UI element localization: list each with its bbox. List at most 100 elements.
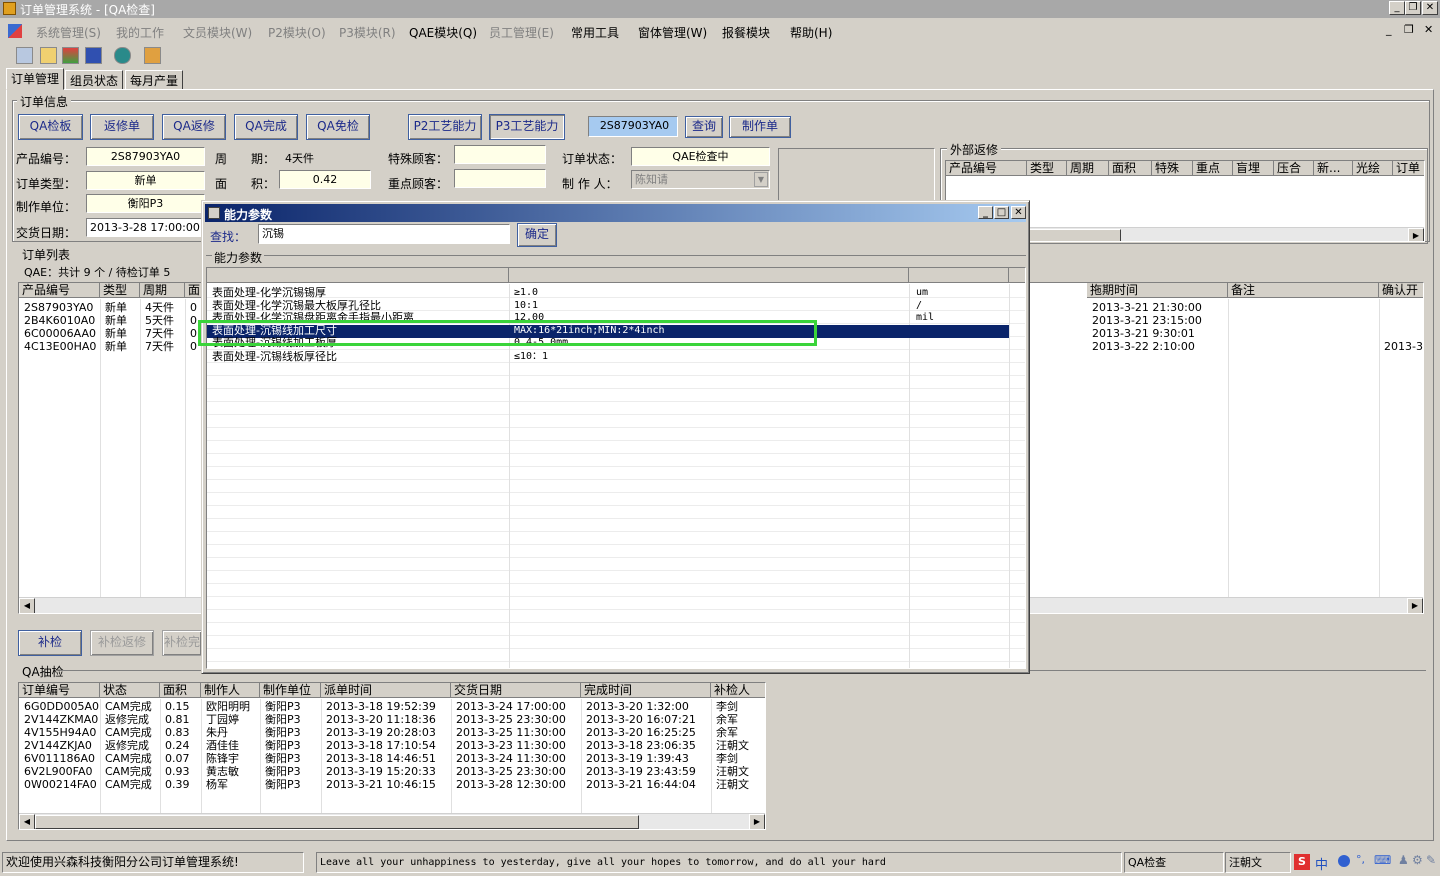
- punct-icon[interactable]: [1338, 855, 1350, 867]
- table-row[interactable]: 6V011186A0 CAM完成 0.07 陈锋宇 衡阳P3 2013-3-18 14:4…: [19, 753, 765, 766]
- qa-horizontal-scrollbar[interactable]: ◀ ▶: [19, 813, 765, 829]
- dialog-titlebar[interactable]: 能力参数 _ □ ✕: [205, 204, 1026, 222]
- query-button[interactable]: 查询: [685, 116, 723, 138]
- table-row[interactable]: 2V144ZKJA0 返修完成 0.24 酒佳佳 衡阳P3 2013-3-18 17:10…: [19, 740, 765, 753]
- table-row[interactable]: 0W00214FA0 CAM完成 0.39 杨军 衡阳P3 2013-3-21 10:46…: [19, 779, 765, 792]
- menu-meal[interactable]: 报餐模块: [722, 24, 770, 41]
- ol-col-confirm[interactable]: 确认开: [1379, 283, 1423, 298]
- ol-col-product-no[interactable]: 产品编号: [19, 283, 100, 298]
- qa-col-maker[interactable]: 制作人: [201, 683, 260, 698]
- ext-col-order[interactable]: 订单: [1393, 161, 1424, 176]
- keyboard-icon[interactable]: ⌨: [1374, 853, 1391, 867]
- ext-col-press[interactable]: 压合: [1274, 161, 1314, 176]
- folder-icon[interactable]: [40, 47, 57, 64]
- p2-capability-button[interactable]: P2工艺能力: [408, 114, 482, 140]
- ext-col-key[interactable]: 重点: [1193, 161, 1233, 176]
- qa-col-rechecker[interactable]: 补检人: [711, 683, 765, 698]
- ime-mode[interactable]: 中: [1315, 854, 1328, 873]
- dialog-minimize-icon[interactable]: _: [978, 206, 993, 219]
- recheck-rework-button[interactable]: 补检返修: [90, 630, 154, 656]
- order-status-field[interactable]: QAE检查中: [631, 147, 770, 166]
- table-row[interactable]: 4V155H94A0 CAM完成 0.83 朱丹 衡阳P3 2013-3-19 20:28…: [19, 727, 765, 740]
- menu-window[interactable]: 窗体管理(W): [638, 24, 707, 41]
- recheck-button[interactable]: 补检: [18, 630, 82, 656]
- menu-tools[interactable]: 常用工具: [571, 24, 619, 41]
- qa-col-order-no[interactable]: 订单编号: [19, 683, 100, 698]
- menu-staff[interactable]: 员工管理(E): [489, 24, 554, 41]
- ext-col-blind[interactable]: 盲埋: [1233, 161, 1274, 176]
- mdi-close-icon[interactable]: ✕: [1424, 23, 1433, 36]
- dialog-ok-button[interactable]: 确定: [517, 223, 557, 247]
- scroll-right-icon[interactable]: ▶: [749, 814, 765, 829]
- settings-icon[interactable]: [144, 47, 161, 64]
- qa-check-button[interactable]: QA检板: [18, 114, 83, 140]
- unit-field[interactable]: 衡阳P3: [86, 194, 205, 213]
- key-customer-field[interactable]: [454, 169, 546, 188]
- recheck-complete-button[interactable]: 补检完: [162, 630, 202, 656]
- ol-col-delay-time[interactable]: 拖期时间: [1087, 283, 1228, 298]
- dialog-search-input[interactable]: 沉锡: [258, 224, 510, 244]
- qa-col-status[interactable]: 状态: [100, 683, 160, 698]
- ext-col-type[interactable]: 类型: [1027, 161, 1067, 176]
- tools-icon[interactable]: [62, 47, 79, 64]
- tab-monthly-output[interactable]: 每月产量: [125, 70, 184, 90]
- qa-col-delivery[interactable]: 交货日期: [451, 683, 581, 698]
- scroll-left-icon[interactable]: ◀: [19, 814, 35, 829]
- table-row[interactable]: 表面处理-沉锡线板厚径比 ≤10：1: [207, 351, 1009, 364]
- cap-col-extra[interactable]: [1009, 268, 1025, 283]
- tab-member-status[interactable]: 组员状态: [65, 70, 124, 90]
- dialog-maximize-icon[interactable]: □: [994, 206, 1009, 219]
- cap-col-name[interactable]: [207, 268, 509, 283]
- product-no-field[interactable]: 2S87903YA0: [86, 147, 205, 166]
- chevron-down-icon[interactable]: ▼: [754, 172, 768, 187]
- ext-col-area[interactable]: 面积: [1109, 161, 1152, 176]
- skin-icon[interactable]: ⚙: [1412, 853, 1423, 867]
- qa-scroll-thumb[interactable]: [35, 815, 639, 829]
- table-row[interactable]: 表面处理-化学沉锡锡厚 ≥1.0 um: [207, 287, 1009, 300]
- qa-sample-table[interactable]: 订单编号 状态 面积 制作人 制作单位 派单时间 交货日期 完成时间 补检人 6…: [18, 682, 766, 830]
- ext-col-special[interactable]: 特殊: [1152, 161, 1193, 176]
- p3-capability-button[interactable]: P3工艺能力: [489, 114, 565, 140]
- qa-col-unit[interactable]: 制作单位: [260, 683, 321, 698]
- save-icon[interactable]: [85, 47, 102, 64]
- qa-complete-button[interactable]: QA完成: [234, 114, 298, 140]
- table-row[interactable]: 6V2L900FA0 CAM完成 0.93 黄志敏 衡阳P3 2013-3-19 15:2…: [19, 766, 765, 779]
- mdi-minimize-icon[interactable]: _: [1386, 23, 1392, 36]
- scroll-left-icon[interactable]: ◀: [19, 598, 35, 613]
- order-search-input[interactable]: 2S87903YA0: [588, 116, 678, 137]
- table-row[interactable]: 2V144ZKMA0 返修完成 0.81 丁园婷 衡阳P3 2013-3-20 11:18…: [19, 714, 765, 727]
- ext-col-new[interactable]: 新...: [1314, 161, 1353, 176]
- table-row[interactable]: 6G0DD005A0 CAM完成 0.15 欧阳明明 衡阳P3 2013-3-18 19:…: [19, 701, 765, 714]
- qa-exempt-button[interactable]: QA免检: [306, 114, 370, 140]
- menu-help[interactable]: 帮助(H): [790, 24, 832, 41]
- wrench-icon[interactable]: ✎: [1426, 853, 1436, 867]
- halfwidth-icon[interactable]: °,: [1356, 853, 1365, 866]
- ext-col-cycle[interactable]: 周期: [1067, 161, 1109, 176]
- area-field[interactable]: 0.42: [279, 170, 371, 189]
- order-type-field[interactable]: 新单: [86, 171, 205, 190]
- qa-col-dispatch[interactable]: 派单时间: [321, 683, 451, 698]
- menu-qae[interactable]: QAE模块(Q): [409, 24, 477, 41]
- scroll-right-icon[interactable]: ▶: [1408, 228, 1424, 241]
- minimize-icon[interactable]: _: [1389, 1, 1405, 15]
- dialog-close-icon[interactable]: ✕: [1011, 206, 1026, 219]
- cap-col-value[interactable]: [509, 268, 909, 283]
- mdi-restore-icon[interactable]: ❐: [1404, 23, 1414, 36]
- refresh-icon[interactable]: [114, 47, 131, 64]
- restore-icon[interactable]: ❐: [1405, 1, 1421, 15]
- menu-my-work[interactable]: 我的工作: [116, 24, 164, 41]
- grid-icon[interactable]: [16, 47, 33, 64]
- make-sheet-button[interactable]: 制作单: [729, 116, 791, 138]
- delivery-field[interactable]: 2013-3-28 17:00:00: [86, 218, 205, 237]
- tab-order-management[interactable]: 订单管理: [6, 68, 65, 90]
- ol-col-cycle[interactable]: 周期: [140, 283, 185, 298]
- maker-select[interactable]: 陈知请 ▼: [631, 170, 770, 189]
- scroll-right-icon[interactable]: ▶: [1407, 598, 1423, 613]
- ol-col-type[interactable]: 类型: [100, 283, 140, 298]
- cap-col-unit[interactable]: [909, 268, 1009, 283]
- qa-rework-button[interactable]: QA返修: [162, 114, 226, 140]
- qa-col-finish[interactable]: 完成时间: [581, 683, 711, 698]
- menu-p3[interactable]: P3模块(R): [339, 24, 396, 41]
- ext-col-product-no[interactable]: 产品编号: [946, 161, 1027, 176]
- qa-col-area[interactable]: 面积: [160, 683, 201, 698]
